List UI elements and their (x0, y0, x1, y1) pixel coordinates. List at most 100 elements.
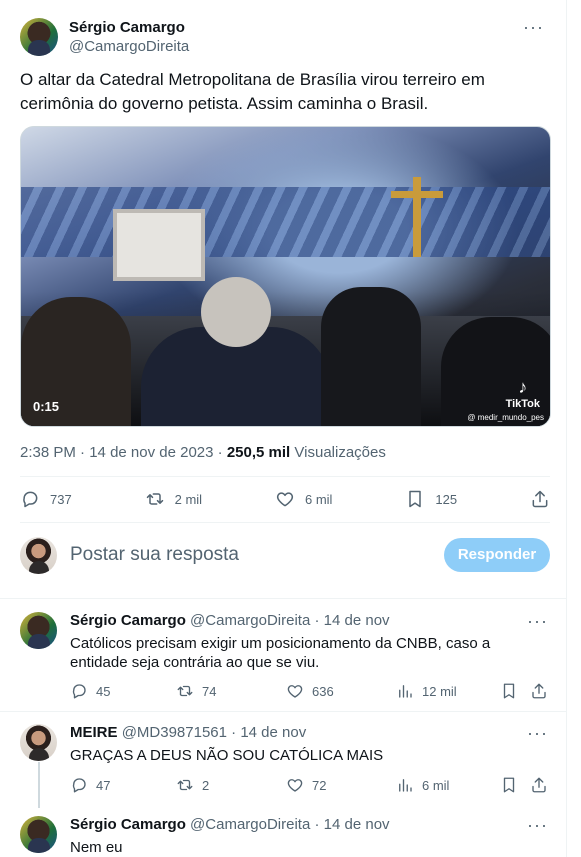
share-icon (530, 489, 550, 509)
like-count: 6 mil (305, 491, 333, 507)
retweet-count: 2 mil (174, 491, 203, 507)
reply-avatar[interactable] (20, 724, 57, 761)
retweet-button[interactable]: 2 mil (145, 489, 202, 509)
like-count: 636 (312, 683, 334, 699)
tweet-detail-column: Sérgio Camargo @CamargoDireita ··· O alt… (0, 0, 567, 857)
views-count: 250,5 mil (226, 444, 291, 461)
tweet-text: O altar da Catedral Metropolitana de Bra… (20, 70, 485, 113)
reply-tweet[interactable]: MEIRE @MD39871561 · 14 de nov ··· GRAÇAS… (20, 724, 550, 804)
more-icon[interactable]: ··· (523, 18, 544, 36)
meta-separator: · (217, 444, 223, 461)
retweet-button[interactable]: 74 (176, 682, 286, 700)
video-duration: 0:15 (33, 399, 60, 414)
views-count: 6 mil (422, 777, 450, 793)
reply-date[interactable]: 14 de nov (324, 612, 390, 629)
heart-icon (275, 489, 295, 509)
reply-text: Católicos precisam exigir um posicioname… (70, 635, 491, 671)
tweet-date[interactable]: 14 de nov de 2023 (89, 444, 213, 461)
share-icon (530, 776, 548, 794)
reply-author-handle[interactable]: @CamargoDireita (190, 612, 310, 629)
tiktok-logo-icon: ♪ (518, 377, 528, 397)
meta-separator: · (314, 816, 320, 833)
bookmark-button[interactable] (500, 682, 530, 700)
like-button[interactable]: 6 mil (275, 489, 332, 509)
tiktok-watermark: ♪ TikTok (506, 377, 540, 410)
share-button[interactable] (530, 776, 548, 794)
share-button[interactable] (530, 682, 548, 700)
reply-avatar[interactable] (20, 612, 57, 649)
views-button[interactable]: 12 mil (396, 682, 500, 700)
reply-button[interactable]: 737 (20, 489, 72, 509)
tiktok-label: TikTok (505, 398, 540, 410)
author-avatar[interactable] (20, 18, 58, 56)
meta-separator: · (314, 612, 320, 629)
tweet-time[interactable]: 2:38 PM (20, 444, 76, 461)
meta-separator: · (231, 724, 237, 741)
divider (0, 598, 567, 599)
reply-text: Nem eu (70, 839, 123, 856)
reply-button[interactable]: 45 (70, 682, 176, 700)
author-handle[interactable]: @CamargoDireita (69, 38, 189, 55)
tweet-action-bar: 737 2 mil 6 mil 125 (20, 484, 550, 514)
reply-author-name[interactable]: Sérgio Camargo (70, 816, 186, 833)
share-icon (530, 682, 548, 700)
reply-author-name[interactable]: MEIRE (70, 724, 118, 741)
reply-tweet[interactable]: Sérgio Camargo @CamargoDireita · 14 de n… (20, 612, 550, 700)
views-chart-icon (396, 682, 414, 700)
reply-avatar[interactable] (20, 816, 57, 853)
reply-tweet[interactable]: Sérgio Camargo @CamargoDireita · 14 de n… (20, 816, 550, 857)
video-frame-crucifix (413, 177, 421, 257)
reply-date[interactable]: 14 de nov (324, 816, 390, 833)
reply-text: GRAÇAS A DEUS NÃO SOU CATÓLICA MAIS (70, 747, 384, 764)
retweet-icon (145, 489, 165, 509)
like-button[interactable]: 636 (286, 682, 396, 700)
divider (0, 711, 567, 712)
reply-button[interactable]: 47 (70, 776, 176, 794)
heart-icon (286, 776, 304, 794)
reply-count: 45 (96, 683, 111, 699)
share-button[interactable] (530, 489, 550, 509)
bookmark-icon (500, 682, 518, 700)
bookmark-button[interactable]: 125 (405, 489, 457, 509)
reply-action-bar: 45 74 636 12 mil (70, 682, 550, 700)
views-button[interactable]: 6 mil (396, 776, 500, 794)
tweet-video[interactable]: 0:15 ♪ TikTok @ medir_mundo_pes (20, 126, 551, 427)
reply-author-handle[interactable]: @CamargoDireita (190, 816, 310, 833)
retweet-icon (176, 682, 194, 700)
reply-author-handle[interactable]: @MD39871561 (122, 724, 227, 741)
tweet-meta: 2:38 PM · 14 de nov de 2023 · 250,5 mil … (20, 444, 386, 461)
like-button[interactable]: 72 (286, 776, 396, 794)
reply-icon (70, 776, 88, 794)
video-frame-crucifix-bar (391, 191, 443, 198)
retweet-count: 2 (202, 777, 210, 793)
user-avatar[interactable] (20, 537, 57, 574)
like-count: 72 (312, 777, 327, 793)
video-frame-person (441, 317, 550, 426)
video-frame-person (321, 287, 421, 426)
views-chart-icon (396, 776, 414, 794)
bookmark-button[interactable] (500, 776, 530, 794)
more-icon[interactable]: ··· (527, 724, 548, 742)
responder-button[interactable]: Responder (444, 538, 550, 572)
views-count: 12 mil (422, 683, 457, 699)
reply-input[interactable]: Postar sua resposta (70, 544, 239, 566)
heart-icon (286, 682, 304, 700)
reply-icon (70, 682, 88, 700)
divider (20, 522, 550, 523)
retweet-button[interactable]: 2 (176, 776, 286, 794)
reply-author-name[interactable]: Sérgio Camargo (70, 612, 186, 629)
video-frame-banner (113, 209, 205, 281)
meta-separator: · (80, 444, 86, 461)
reply-count: 47 (96, 777, 111, 793)
bookmark-icon (500, 776, 518, 794)
tiktok-username: @ medir_mundo_pes (467, 413, 544, 422)
more-icon[interactable]: ··· (527, 612, 548, 630)
divider (20, 476, 550, 477)
more-icon[interactable]: ··· (527, 816, 548, 834)
reply-date[interactable]: 14 de nov (240, 724, 306, 741)
author-name[interactable]: Sérgio Camargo (69, 19, 189, 36)
video-frame-person-head (201, 277, 271, 347)
retweet-count: 74 (202, 683, 217, 699)
reply-icon (20, 489, 40, 509)
views-label: Visualizações (294, 444, 386, 461)
